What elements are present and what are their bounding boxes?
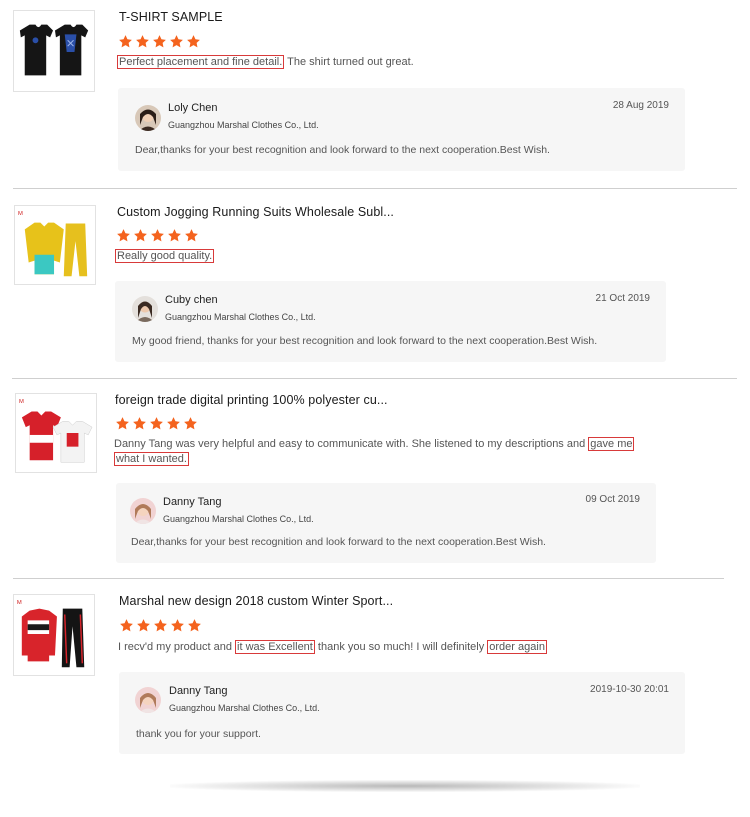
divider: [13, 578, 724, 579]
product-title[interactable]: Marshal new design 2018 custom Winter Sp…: [119, 594, 393, 608]
product-thumbnail[interactable]: M: [14, 205, 96, 285]
avatar: [132, 296, 158, 322]
star-icon: [153, 618, 168, 633]
seller-reply: Cuby chen Guangzhou Marshal Clothes Co.,…: [115, 281, 666, 362]
star-icon: [116, 228, 131, 243]
reply-author: Loly Chen: [168, 102, 218, 114]
reply-date: 09 Oct 2019: [585, 494, 640, 505]
star-icon: [149, 416, 164, 431]
reply-author: Danny Tang: [169, 685, 228, 697]
reply-text: My good friend, thanks for your best rec…: [132, 335, 598, 347]
product-title[interactable]: Custom Jogging Running Suits Wholesale S…: [117, 205, 394, 219]
reply-date: 28 Aug 2019: [612, 100, 669, 111]
jersey-image: M: [16, 394, 96, 472]
bottom-shadow: [170, 780, 640, 792]
jogging-suit-image: M: [15, 206, 95, 284]
star-icon: [166, 416, 181, 431]
review-highlight: gave me: [588, 437, 635, 451]
star-icon: [119, 618, 134, 633]
review-text-plain: thank you so much! I will definitely: [314, 641, 488, 653]
reply-text: Dear,thanks for your best recognition an…: [131, 536, 546, 548]
rating-stars: [115, 416, 198, 431]
star-icon: [169, 34, 184, 49]
review-text-plain: The shirt turned out great.: [284, 56, 414, 68]
avatar: [130, 498, 156, 524]
review-highlight: order again: [487, 640, 547, 654]
reply-author: Danny Tang: [163, 496, 222, 508]
review-text: Really good quality.: [115, 249, 215, 264]
review-highlight: it was Excellent: [235, 640, 315, 654]
reply-company: Guangzhou Marshal Clothes Co., Ltd.: [169, 703, 320, 713]
review-text: Perfect placement and fine detail. The s…: [117, 55, 414, 70]
star-icon: [132, 416, 147, 431]
star-icon: [167, 228, 182, 243]
review-text: Danny Tang was very helpful and easy to …: [114, 437, 635, 467]
star-icon: [186, 34, 201, 49]
avatar: [135, 105, 161, 131]
star-icon: [136, 618, 151, 633]
star-icon: [118, 34, 133, 49]
review-text-plain: Danny Tang was very helpful and easy to …: [114, 438, 589, 450]
svg-text:M: M: [19, 399, 24, 405]
reply-date: 2019-10-30 20:01: [590, 684, 669, 695]
star-icon: [152, 34, 167, 49]
review-highlight: Really good quality.: [115, 249, 215, 263]
star-icon: [133, 228, 148, 243]
reply-company: Guangzhou Marshal Clothes Co., Ltd.: [165, 312, 316, 322]
reply-author: Cuby chen: [165, 294, 218, 306]
star-icon: [183, 416, 198, 431]
svg-text:M: M: [17, 600, 22, 606]
star-icon: [150, 228, 165, 243]
product-thumbnail[interactable]: M: [15, 393, 97, 473]
reply-date: 21 Oct 2019: [595, 293, 650, 304]
star-icon: [170, 618, 185, 633]
star-icon: [115, 416, 130, 431]
review-text: I recv'd my product and it was Excellent…: [118, 640, 547, 655]
product-title[interactable]: foreign trade digital printing 100% poly…: [115, 393, 388, 407]
tracksuit-image: M: [14, 595, 94, 675]
divider: [12, 378, 737, 379]
review-highlight: what I wanted.: [114, 452, 189, 466]
rating-stars: [116, 228, 199, 243]
avatar: [135, 687, 161, 713]
reply-text: Dear,thanks for your best recognition an…: [135, 144, 550, 156]
review-text-plain: I recv'd my product and: [118, 641, 236, 653]
review-highlight: Perfect placement and fine detail.: [117, 55, 285, 69]
reply-company: Guangzhou Marshal Clothes Co., Ltd.: [168, 120, 319, 130]
tshirt-image: [14, 11, 94, 91]
rating-stars: [118, 34, 201, 49]
seller-reply: Danny Tang Guangzhou Marshal Clothes Co.…: [116, 483, 656, 563]
svg-text:M: M: [18, 211, 23, 217]
reply-text: thank you for your support.: [136, 728, 261, 740]
seller-reply: Danny Tang Guangzhou Marshal Clothes Co.…: [119, 672, 685, 754]
divider: [13, 188, 737, 189]
star-icon: [184, 228, 199, 243]
star-icon: [187, 618, 202, 633]
product-thumbnail[interactable]: M: [13, 594, 95, 676]
product-thumbnail[interactable]: [13, 10, 95, 92]
product-title[interactable]: T-SHIRT SAMPLE: [119, 10, 223, 24]
rating-stars: [119, 618, 202, 633]
seller-reply: Loly Chen Guangzhou Marshal Clothes Co.,…: [118, 88, 685, 171]
reply-company: Guangzhou Marshal Clothes Co., Ltd.: [163, 514, 314, 524]
star-icon: [135, 34, 150, 49]
